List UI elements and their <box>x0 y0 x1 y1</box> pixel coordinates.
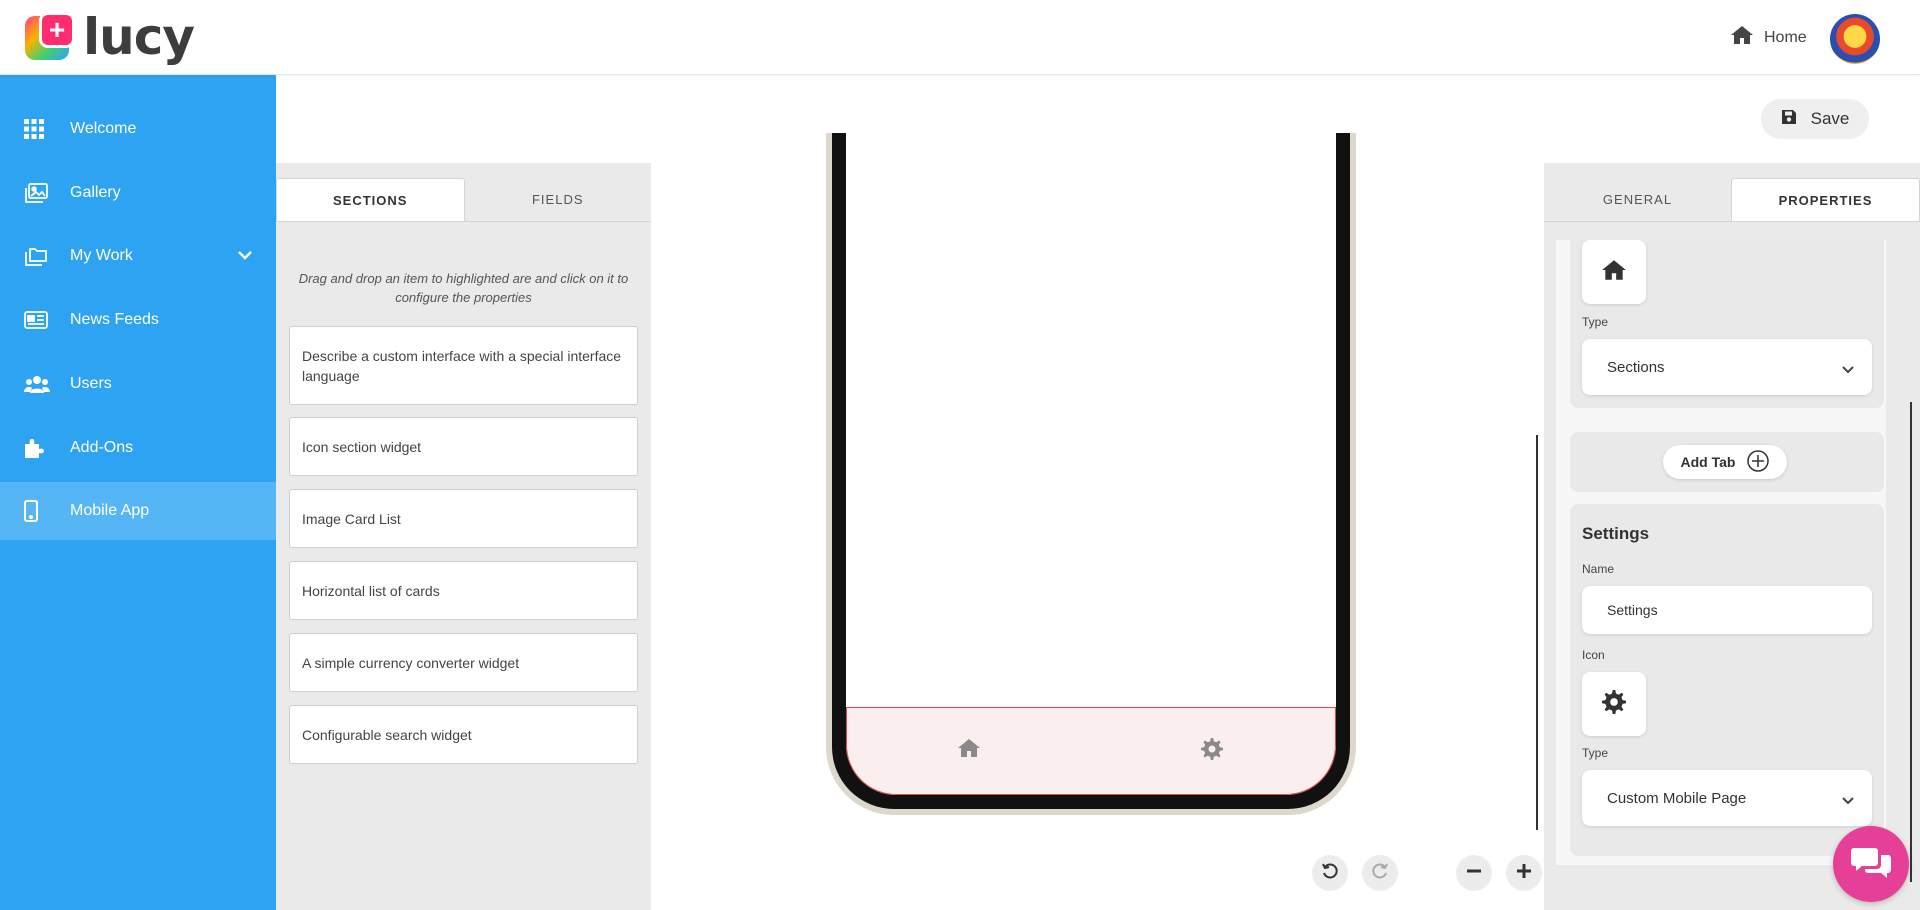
folders-icon <box>24 246 64 266</box>
name-field[interactable] <box>1582 586 1872 634</box>
lucy-logo[interactable]: + lucy <box>25 8 195 66</box>
add-tab-label: Add Tab <box>1680 454 1736 470</box>
undo-icon <box>1321 862 1339 885</box>
home-icon <box>1601 259 1627 286</box>
preview-canvas <box>651 133 1542 910</box>
card-title: Settings <box>1582 524 1650 543</box>
sidebar-item-label: My Work <box>70 247 133 264</box>
chat-bubbles-icon <box>1851 845 1891 884</box>
tab-properties[interactable]: PROPERTIES <box>1731 178 1920 221</box>
type-label: Type <box>1582 315 1609 329</box>
icon-label: Icon <box>1582 648 1605 662</box>
minus-icon <box>1466 863 1482 884</box>
redo-button[interactable] <box>1362 855 1398 891</box>
sidebar-item-welcome[interactable]: Welcome <box>0 101 276 157</box>
users-icon <box>24 374 64 394</box>
phone-tab-bar[interactable] <box>846 707 1336 795</box>
type-label: Type <box>1582 746 1609 760</box>
mobile-icon <box>24 500 64 522</box>
home-icon <box>1730 25 1754 50</box>
tab-general[interactable]: GENERAL <box>1544 178 1731 221</box>
widget-item[interactable]: Horizontal list of cards <box>289 561 638 620</box>
sidebar-item-add-ons[interactable]: Add-Ons <box>0 420 276 476</box>
type-select[interactable]: Sections <box>1582 339 1872 395</box>
plus-circle-icon <box>1747 449 1770 475</box>
sidebar-item-news-feeds[interactable]: News Feeds <box>0 292 276 348</box>
properties-scrollbar[interactable] <box>1910 402 1912 882</box>
home-icon[interactable] <box>957 738 981 763</box>
name-label: Name <box>1582 562 1615 576</box>
chevron-down-icon <box>1842 361 1854 378</box>
puzzle-icon <box>24 437 64 459</box>
properties-panel: GENERAL PROPERTIES Type Sections Add Tab <box>1544 163 1920 910</box>
tab-icon-picker[interactable] <box>1582 240 1646 304</box>
save-button[interactable]: Save <box>1761 99 1869 139</box>
left-panel-tabs: SECTIONS FIELDS <box>276 178 651 222</box>
sidebar-item-label: Mobile App <box>70 502 150 519</box>
sidebar-item-users[interactable]: Users <box>0 356 276 412</box>
phone-mockup <box>826 133 1356 815</box>
sidebar-item-mobile-app[interactable]: Mobile App <box>0 482 276 540</box>
images-icon <box>24 183 64 203</box>
redo-icon <box>1371 862 1389 885</box>
chat-button[interactable] <box>1833 826 1909 902</box>
undo-button[interactable] <box>1312 855 1348 891</box>
drag-drop-hint: Drag and drop an item to highlighted are… <box>298 271 629 305</box>
sidebar-item-label: Add-Ons <box>70 439 134 456</box>
phone-screen[interactable] <box>846 133 1336 795</box>
gear-icon[interactable] <box>1201 738 1223 765</box>
tab-config-card: Type Sections <box>1570 240 1884 408</box>
gear-icon <box>1602 689 1626 719</box>
user-avatar[interactable] <box>1830 14 1880 64</box>
type-value: Custom Mobile Page <box>1607 789 1747 807</box>
sidebar-item-my-work[interactable]: My Work <box>0 228 276 284</box>
widget-item[interactable]: Image Card List <box>289 489 638 548</box>
home-link[interactable]: Home <box>1730 25 1807 50</box>
tab-sections[interactable]: SECTIONS <box>276 178 465 221</box>
sidebar-item-gallery[interactable]: Gallery <box>0 165 276 221</box>
add-tab-card: Add Tab <box>1570 432 1884 492</box>
home-label: Home <box>1764 28 1807 46</box>
widget-item[interactable]: Icon section widget <box>289 417 638 476</box>
top-header: + lucy Home <box>0 0 1920 75</box>
properties-content: Type Sections Add Tab Settings Name Icon <box>1556 240 1886 865</box>
chevron-down-icon <box>1842 792 1854 809</box>
save-label: Save <box>1810 109 1850 128</box>
widget-item[interactable]: Describe a custom interface with a speci… <box>289 326 638 405</box>
settings-tab-card: Settings Name Icon Type Custom Mobile Pa… <box>1570 504 1884 856</box>
sidebar-item-label: News Feeds <box>70 311 159 328</box>
sidebar-item-label: Welcome <box>70 120 137 137</box>
logo-text: lucy <box>83 8 195 66</box>
logo-mark-icon: + <box>25 12 77 62</box>
floppy-disk-icon <box>1781 109 1797 130</box>
widget-item[interactable]: A simple currency converter widget <box>289 633 638 692</box>
plus-icon <box>1516 863 1532 884</box>
zoom-in-button[interactable] <box>1506 855 1542 891</box>
canvas-scrollbar[interactable] <box>1536 435 1538 830</box>
sections-panel: SECTIONS FIELDS Drag and drop an item to… <box>276 163 651 910</box>
type-select[interactable]: Custom Mobile Page <box>1582 770 1872 826</box>
chevron-down-icon[interactable] <box>238 247 252 265</box>
zoom-out-button[interactable] <box>1456 855 1492 891</box>
widget-item[interactable]: Configurable search widget <box>289 705 638 764</box>
grid-icon <box>24 119 64 139</box>
settings-icon-picker[interactable] <box>1582 672 1646 736</box>
sidebar-item-label: Users <box>70 375 112 392</box>
tab-fields[interactable]: FIELDS <box>465 178 652 221</box>
type-value: Sections <box>1607 358 1665 376</box>
right-panel-tabs: GENERAL PROPERTIES <box>1544 178 1920 222</box>
newspaper-icon <box>24 311 64 329</box>
add-tab-button[interactable]: Add Tab <box>1663 445 1787 479</box>
sidebar: Welcome Gallery My Work News Feeds Users… <box>0 75 276 910</box>
sidebar-item-label: Gallery <box>70 184 121 201</box>
